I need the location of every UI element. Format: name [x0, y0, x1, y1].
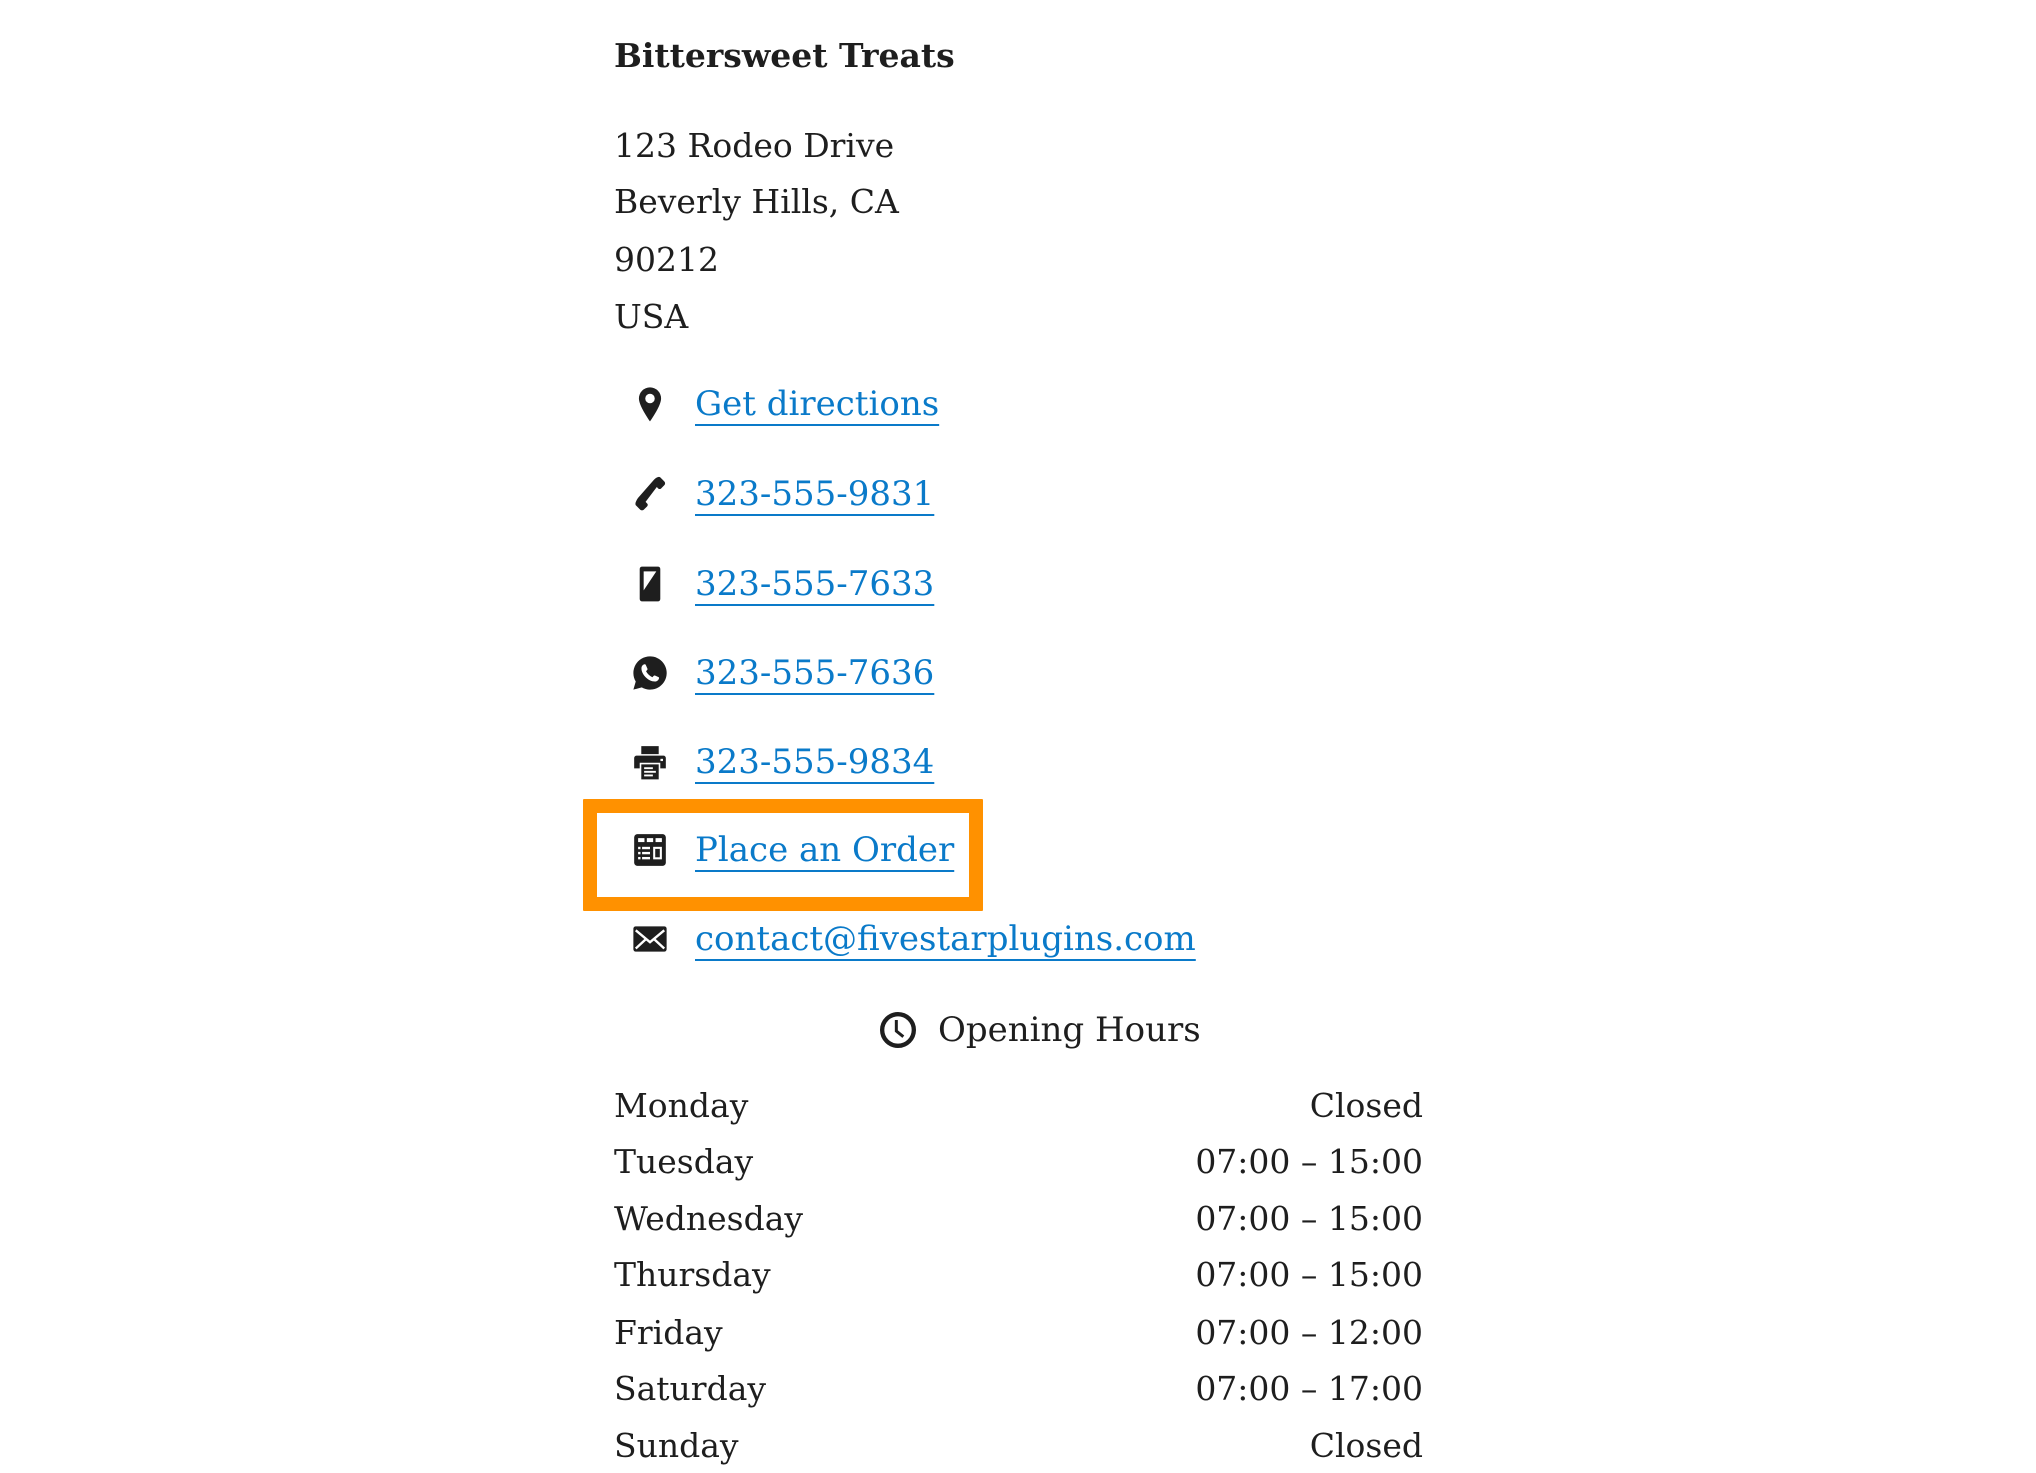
- business-name: Bittersweet Treats: [614, 36, 955, 75]
- email-link[interactable]: contact@fivestarplugins.com: [695, 917, 1196, 961]
- contact-row-fax: 323-555-9834: [614, 734, 934, 790]
- address-line-country: USA: [614, 297, 689, 336]
- hours-time: 07:00 – 17:00: [1195, 1368, 1423, 1408]
- hours-day: Sunday: [614, 1425, 739, 1465]
- phone-icon: [628, 472, 672, 516]
- hours-row: Wednesday 07:00 – 15:00: [614, 1190, 1423, 1246]
- fax-link[interactable]: 323-555-9834: [695, 740, 934, 784]
- hours-row: Saturday 07:00 – 17:00: [614, 1360, 1423, 1416]
- contact-row-directions: Get directions: [614, 376, 939, 432]
- map-pin-icon: [628, 382, 672, 426]
- opening-hours-title: Opening Hours: [938, 1010, 1201, 1050]
- hours-time: Closed: [1309, 1085, 1423, 1125]
- contact-row-order: Place an Order: [614, 822, 954, 878]
- clock-icon: [880, 1012, 916, 1048]
- hours-time: Closed: [1309, 1425, 1423, 1465]
- hours-day: Saturday: [614, 1368, 767, 1408]
- hours-row: Monday Closed: [614, 1077, 1423, 1133]
- hours-time: 07:00 – 15:00: [1195, 1254, 1423, 1294]
- hours-row: Sunday Closed: [614, 1417, 1423, 1473]
- hours-row: Tuesday 07:00 – 15:00: [614, 1133, 1423, 1189]
- whatsapp-link[interactable]: 323-555-7636: [695, 651, 934, 695]
- hours-row: Thursday 07:00 – 15:00: [614, 1246, 1423, 1302]
- opening-hours-heading: Opening Hours: [878, 1002, 1201, 1058]
- get-directions-link[interactable]: Get directions: [695, 382, 939, 426]
- hours-day: Tuesday: [614, 1141, 754, 1181]
- address-line-city: Beverly Hills, CA: [614, 182, 899, 221]
- hours-time: 07:00 – 12:00: [1195, 1312, 1423, 1352]
- contact-row-whatsapp: 323-555-7636: [614, 645, 934, 701]
- hours-day: Monday: [614, 1085, 749, 1125]
- hours-day: Thursday: [614, 1254, 771, 1294]
- hours-day: Wednesday: [614, 1198, 804, 1238]
- hours-row: Friday 07:00 – 12:00: [614, 1304, 1423, 1360]
- contact-row-phone: 323-555-9831: [614, 466, 934, 522]
- address-line-zip: 90212: [614, 240, 719, 279]
- contact-row-mobile: 323-555-7633: [614, 556, 934, 612]
- hours-time: 07:00 – 15:00: [1195, 1198, 1423, 1238]
- envelope-icon: [628, 917, 672, 961]
- mobile-link[interactable]: 323-555-7633: [695, 562, 934, 606]
- hours-time: 07:00 – 15:00: [1195, 1141, 1423, 1181]
- hours-day: Friday: [614, 1312, 723, 1352]
- order-form-icon: [628, 828, 672, 872]
- address-line-street: 123 Rodeo Drive: [614, 126, 895, 165]
- contact-row-email: contact@fivestarplugins.com: [614, 911, 1196, 967]
- whatsapp-icon: [628, 651, 672, 695]
- place-order-link[interactable]: Place an Order: [695, 828, 954, 872]
- mobile-phone-icon: [628, 562, 672, 606]
- fax-printer-icon: [628, 740, 672, 784]
- phone-link[interactable]: 323-555-9831: [695, 472, 934, 516]
